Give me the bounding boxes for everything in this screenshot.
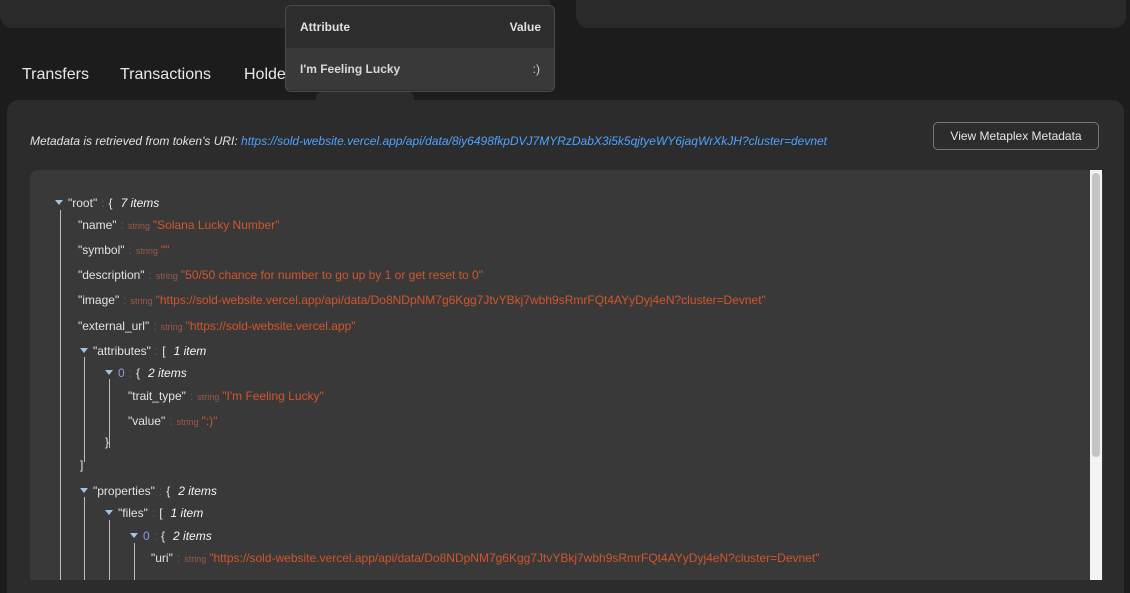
json-value[interactable]: "" <box>161 243 170 257</box>
json-entry-trait-value: "value": string ":)" <box>128 414 218 428</box>
json-index: 0 <box>143 529 150 543</box>
popup-header-attribute: Attribute <box>300 20 350 34</box>
json-key: "external_url" <box>78 319 150 333</box>
json-node-attributes: "attributes":[1 item <box>80 343 206 359</box>
json-key: "description" <box>78 268 145 282</box>
attributes-popup: Attribute Value I'm Feeling Lucky :) <box>285 5 555 92</box>
json-value[interactable]: ":)" <box>202 414 218 428</box>
json-count: 7 items <box>120 196 160 210</box>
json-entry-image: "image": string "https://sold-website.verc… <box>78 293 766 307</box>
tree-guide-files <box>109 520 110 580</box>
json-entry-external-url: "external_url": string "https://sold-websi… <box>78 319 356 333</box>
json-value[interactable]: "50/50 chance for number to go up by 1 o… <box>181 268 483 282</box>
json-key: "symbol" <box>78 243 125 257</box>
json-entry-name: "name": string "Solana Lucky Number" <box>78 218 280 232</box>
metadata-source-line: Metadata is retrieved from token's URI: … <box>30 134 827 148</box>
json-count: 2 items <box>173 529 212 543</box>
json-brace: [ <box>159 506 163 520</box>
vertical-scrollbar[interactable] <box>1090 170 1102 580</box>
collapse-caret-icon[interactable] <box>105 370 113 375</box>
json-count: 2 items <box>178 484 217 498</box>
popup-header: Attribute Value <box>286 6 554 48</box>
json-type: string <box>197 392 220 402</box>
tree-guide-root <box>60 210 61 580</box>
json-value[interactable]: "https://sold-website.vercel.app/api/dat… <box>156 293 766 307</box>
collapse-caret-icon[interactable] <box>130 533 138 538</box>
json-node-file-0: 0:{2 items <box>130 528 212 544</box>
json-index: 0 <box>118 366 125 380</box>
tree-guide-attributes <box>84 357 85 462</box>
json-entry-uri: "uri": string "https://sold-website.vercel… <box>151 551 820 565</box>
json-key: "attributes" <box>93 344 151 358</box>
json-type: string <box>130 296 153 306</box>
json-type: string <box>155 271 178 281</box>
json-node-root: "root":{7 items <box>55 195 159 211</box>
json-value[interactable]: "https://sold-website.vercel.app" <box>186 319 356 333</box>
json-type: string <box>184 554 207 564</box>
json-entry-symbol: "symbol": string "" <box>78 243 170 257</box>
json-type: string <box>176 417 199 427</box>
json-type: string <box>127 221 150 231</box>
json-node-files: "files":[1 item <box>105 505 203 521</box>
tab-transactions[interactable]: Transactions <box>120 66 211 84</box>
metadata-intro: Metadata is retrieved from token's URI: <box>30 134 238 148</box>
popup-header-value: Value <box>509 20 541 34</box>
collapse-caret-icon[interactable] <box>105 510 113 515</box>
metadata-panel: Metadata is retrieved from token's URI: … <box>7 100 1124 593</box>
json-brace: { <box>108 196 113 210</box>
json-count: 2 items <box>148 366 187 380</box>
json-type: string <box>135 246 158 256</box>
json-key: "value" <box>128 414 166 428</box>
tab-transfers[interactable]: Transfers <box>22 66 89 84</box>
json-key: "uri" <box>151 551 173 565</box>
json-key: "files" <box>118 506 148 520</box>
active-tab-indicator <box>316 92 414 100</box>
json-key: "image" <box>78 293 120 307</box>
json-value[interactable]: "https://sold-website.vercel.app/api/dat… <box>209 551 819 565</box>
json-count: 1 item <box>170 506 204 520</box>
scrollbar-thumb[interactable] <box>1092 173 1100 457</box>
json-key: "name" <box>78 218 117 232</box>
json-node-attr-0: 0:{2 items <box>105 365 187 381</box>
json-value[interactable]: "Solana Lucky Number" <box>153 218 280 232</box>
json-node-properties: "properties":{2 items <box>80 483 217 499</box>
json-close-attributes: ] <box>80 457 83 473</box>
view-metaplex-metadata-button[interactable]: View Metaplex Metadata <box>933 122 1099 150</box>
collapse-caret-icon[interactable] <box>80 348 88 353</box>
json-key: "trait_type" <box>128 389 186 403</box>
json-entry-trait-type: "trait_type": string "I'm Feeling Lucky" <box>128 389 324 403</box>
json-entry-description: "description": string "50/50 chance for nu… <box>78 268 483 282</box>
json-brace: { <box>136 366 141 380</box>
json-brace: ] <box>80 458 84 472</box>
tree-guide-file-item <box>134 543 135 580</box>
json-brace: { <box>161 529 166 543</box>
json-type: string <box>160 322 183 332</box>
tree-guide-properties <box>84 497 85 580</box>
top-right-card <box>576 0 1126 28</box>
collapse-caret-icon[interactable] <box>55 200 63 205</box>
popup-row-attribute: I'm Feeling Lucky <box>300 62 401 76</box>
json-brace: [ <box>162 344 166 358</box>
collapse-caret-icon[interactable] <box>80 488 88 493</box>
popup-row-value: :) <box>532 62 540 76</box>
json-key: "properties" <box>93 484 155 498</box>
json-viewer: "root":{7 items "name": string "Solana Luc… <box>30 170 1103 580</box>
metadata-uri-link[interactable]: https://sold-website.vercel.app/api/data… <box>241 134 827 148</box>
json-brace: } <box>105 435 110 449</box>
json-value[interactable]: "I'm Feeling Lucky" <box>222 389 324 403</box>
json-close-attr-0: } <box>105 434 109 450</box>
popup-row: I'm Feeling Lucky :) <box>286 48 554 90</box>
json-brace: { <box>166 484 171 498</box>
json-key: "root" <box>68 196 98 210</box>
tree-guide-attr-item <box>109 379 110 448</box>
json-count: 1 item <box>173 344 207 358</box>
